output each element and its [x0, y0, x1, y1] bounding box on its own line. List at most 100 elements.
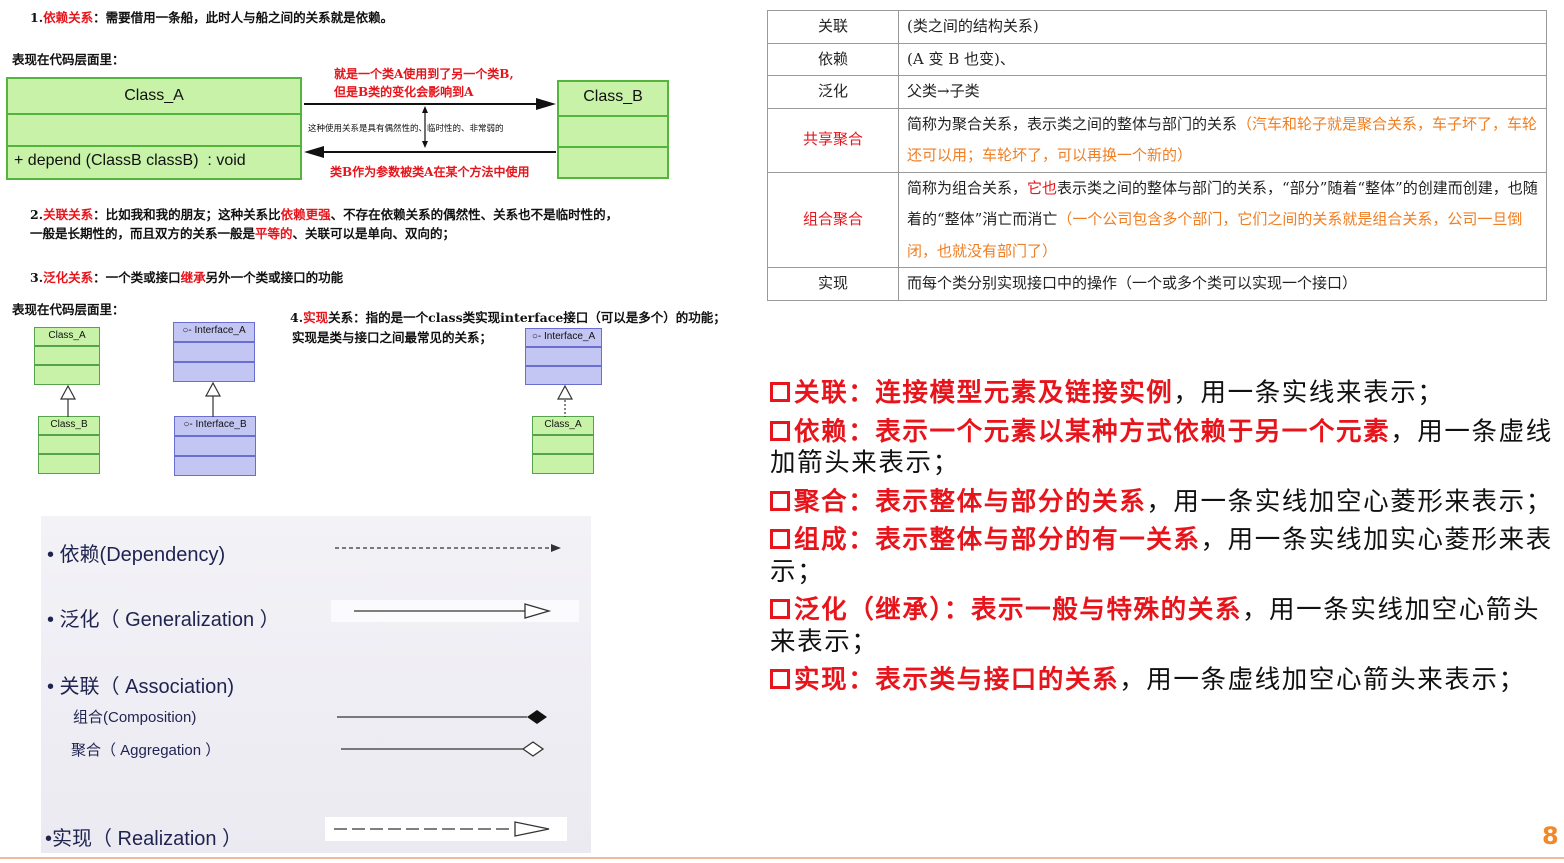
legend-aggregation-diamond	[521, 741, 545, 757]
definition-item: 依赖：表示一个元素以某种方式依赖于另一个元素，用一条虚线加箭头来表示；	[770, 417, 1560, 480]
table-desc-main: 简称为组合关系，	[907, 178, 1028, 197]
definition-desc: ，用一条实线来表示；	[1173, 378, 1445, 408]
association-line-1: 2.关联关系：比如我和我的朋友；这种关系比依赖更强、不存在依赖关系的偶然性、关系…	[30, 205, 618, 224]
table-key: 关联	[767, 10, 899, 44]
definition-term: 关联：连接模型元素及链接实例	[794, 378, 1174, 408]
dependency-arrowhead-right	[536, 98, 556, 110]
dependency-ann-mid: 这种使用关系是具有偶然性的、临时性的、非常弱的	[308, 124, 504, 134]
definition-item: 组成：表示整体与部分的有一关系，用一条实线加实心菱形来表示；	[770, 525, 1560, 588]
gen-arrowhead-1	[59, 384, 77, 400]
dependency-ann-top-2: 但是B类的变化会影响到A	[334, 85, 474, 99]
legend-lines	[325, 544, 579, 841]
dependency-code-label: 表现在代码层面里：	[12, 52, 125, 67]
checkbox-square-icon	[770, 490, 790, 511]
relationship-legend: • 依赖(Dependency) • 泛化（ Generalization ） …	[41, 516, 591, 853]
gen-class-a-divider-1	[35, 345, 99, 347]
generalization-t3: 另外一个类或接口的功能	[205, 270, 344, 285]
definition-term: 实现：表示类与接口的关系	[794, 665, 1120, 695]
realization-line-1: 4.实现关系：指的是一个class类实现interface接口（可以是多个）的功…	[290, 308, 726, 327]
definition-term: 聚合：表示整体与部分的关系	[794, 486, 1147, 517]
gen-interface-b-divider-1	[175, 435, 255, 437]
table-row: 实现 而每个类分别实现接口中的操作（一个或多个类可以实现一个接口）	[767, 267, 1547, 301]
table-desc-emphasis: 它也	[1027, 178, 1058, 197]
gen-interface-a-divider-2	[174, 361, 254, 363]
definition-term: 组成：表示整体与部分的有一关系	[794, 525, 1201, 555]
table-desc: 而每个类分别实现接口中的操作（一个或多个类可以实现一个接口）	[898, 267, 1547, 301]
dependency-arrowhead-left	[304, 146, 324, 158]
checkbox-square-icon	[770, 529, 790, 549]
class-b-divider-1	[559, 115, 667, 117]
gen-arrowhead-2	[204, 381, 222, 397]
generalization-arrows	[59, 381, 222, 417]
gen-interface-a-divider-1	[174, 341, 254, 343]
real-interface-box: ○- Interface_A	[525, 328, 602, 385]
gen-class-b-divider-1	[39, 434, 99, 436]
realization-title: 实现	[303, 310, 329, 325]
association-t4: 一般是长期性的，而且双方的关系一般是	[30, 226, 256, 241]
table-key: 泛化	[767, 75, 899, 109]
real-interface-divider-1	[526, 346, 601, 348]
legend-dependency-arrowhead	[551, 544, 561, 552]
table-desc: (A 变 B 也变)、	[898, 42, 1547, 76]
real-class-divider-1	[533, 434, 593, 436]
dependency-ann-top-1: 就是一个类A使用到了另一个类B,	[334, 67, 514, 81]
footer-divider	[0, 857, 1564, 859]
generalization-t1: ：一个类或接口	[93, 270, 181, 285]
class-a-box: Class_A + depend (ClassB classB) : void	[6, 77, 302, 180]
table-key: 实现	[767, 267, 899, 301]
gen-class-a-name: Class_A	[48, 330, 86, 341]
definition-desc: ，用一条虚线加空心箭头来表示；	[1119, 665, 1526, 695]
realization-t1: 关系：指的是一个class类实现interface接口（可以是多个）的功能；	[328, 310, 726, 325]
table-row: 组合聚合 简称为组合关系，它也表示类之间的整体与部门的关系，“部分”随着“整体”…	[767, 171, 1547, 268]
table-desc-main: 简称为聚合关系，表示类之间的整体与部门的关系	[907, 114, 1238, 133]
table-key: 依赖	[767, 42, 899, 76]
gen-interface-b-name: ○- Interface_B	[183, 419, 247, 430]
gen-interface-b-box: ○- Interface_B	[174, 416, 256, 476]
class-a-divider-1	[8, 113, 300, 115]
real-arrowhead	[556, 384, 574, 400]
dependency-title: 依赖关系	[43, 10, 94, 25]
checkbox-square-icon	[770, 599, 790, 619]
gen-class-b-divider-2	[39, 453, 99, 455]
definitions-list: 关联：连接模型元素及链接实例，用一条实线来表示； 依赖：表示一个元素以某种方式依…	[770, 378, 1560, 704]
real-interface-divider-2	[526, 365, 601, 367]
generalization-title: 泛化关系	[43, 270, 94, 285]
page-number: 8	[1542, 822, 1559, 850]
checkbox-square-icon	[770, 382, 790, 402]
association-t6: 、关联可以是单向、双向的；	[292, 226, 456, 241]
class-b-name: Class_B	[583, 88, 643, 105]
association-t5: 平等的	[255, 226, 293, 241]
table-desc: 简称为聚合关系，表示类之间的整体与部门的关系（汽车和轮子就是聚合关系，车子坏了，…	[898, 107, 1547, 173]
relationship-table: 关联 (类之间的结构关系) 依赖 (A 变 B 也变)、 泛化 父类→子类 共享…	[767, 10, 1547, 301]
gen-interface-b-divider-2	[175, 455, 255, 457]
table-key: 组合聚合	[767, 171, 899, 268]
dependency-ann-bottom: 类B作为参数被类A在某个方法中使用	[330, 165, 530, 179]
generalization-t2: 继承	[180, 270, 206, 285]
real-interface-name: ○- Interface_A	[531, 331, 596, 342]
realization-arrow	[556, 384, 574, 417]
gen-interface-a-box: ○- Interface_A	[173, 322, 255, 382]
gen-class-b-name: Class_B	[50, 419, 88, 430]
dependency-num: 1.	[30, 10, 44, 25]
table-desc: 父类→子类	[898, 75, 1547, 109]
real-class-name: Class_A	[544, 419, 582, 430]
class-a-method: + depend (ClassB classB) : void	[14, 152, 246, 169]
class-a-name: Class_A	[124, 87, 184, 104]
generalization-num: 3.	[30, 270, 44, 285]
definition-term: 依赖：表示一个元素以某种方式依赖于另一个元素	[794, 416, 1391, 447]
dependency-tick-up-head	[422, 106, 428, 113]
dependency-heading: 1.依赖关系：需要借用一条船，此时人与船之间的关系就是依赖。	[30, 8, 393, 27]
class-b-divider-2	[559, 146, 667, 148]
definition-desc: ，用一条实线加空心菱形来表示；	[1146, 486, 1553, 517]
table-desc: 简称为组合关系，它也表示类之间的整体与部门的关系，“部分”随着“整体”的创建而创…	[898, 171, 1547, 268]
definition-term: 泛化（继承）：表示一般与特殊的关系	[794, 595, 1242, 625]
dependency-tick-down-head	[422, 141, 428, 148]
association-line-2: 一般是长期性的，而且双方的关系一般是平等的、关联可以是单向、双向的；	[30, 224, 455, 243]
association-t3: 、不存在依赖关系的偶然性、关系也不是临时性的，	[330, 207, 619, 222]
table-row: 泛化 父类→子类	[767, 75, 1547, 109]
definition-item: 关联：连接模型元素及链接实例，用一条实线来表示；	[770, 378, 1560, 410]
definition-item: 泛化（继承）：表示一般与特殊的关系，用一条实线加空心箭头来表示；	[770, 595, 1560, 658]
checkbox-square-icon	[770, 669, 790, 689]
realization-num: 4.	[290, 310, 304, 325]
legend-composition-diamond	[527, 710, 547, 724]
